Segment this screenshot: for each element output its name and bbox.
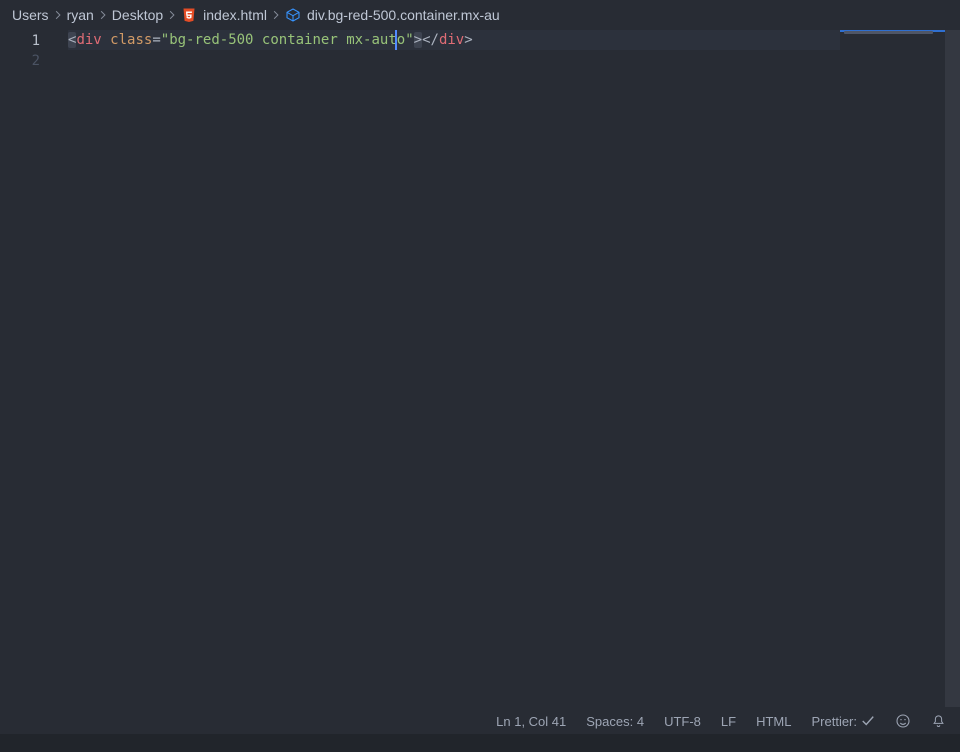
tok-tag: div: [76, 32, 101, 48]
tok-bracket: >: [464, 32, 472, 48]
symbol-field-icon: [285, 7, 301, 23]
tok-bracket: >: [414, 32, 422, 48]
html5-icon: [181, 7, 197, 23]
tok-tag: div: [439, 32, 464, 48]
line-number: 2: [0, 51, 60, 71]
status-encoding[interactable]: UTF-8: [664, 714, 701, 729]
tok-string: "bg-red-500 container mx-auto": [161, 32, 414, 48]
status-cursor-position[interactable]: Ln 1, Col 41: [496, 714, 566, 729]
chevron-right-icon: [167, 10, 177, 20]
scrollbar-thumb[interactable]: [945, 30, 960, 707]
editor[interactable]: 1 2 <div class="bg-red-500 container mx-…: [0, 30, 945, 708]
code-line[interactable]: <div class="bg-red-500 container mx-auto…: [68, 30, 945, 50]
breadcrumb-seg-desktop[interactable]: Desktop: [112, 7, 163, 23]
tok-space: [102, 32, 110, 48]
breadcrumb-seg-users[interactable]: Users: [12, 7, 49, 23]
code-line[interactable]: [68, 50, 945, 70]
vertical-scrollbar[interactable]: [945, 30, 960, 708]
chevron-right-icon: [53, 10, 63, 20]
feedback-smiley-icon[interactable]: [895, 713, 911, 729]
chevron-right-icon: [271, 10, 281, 20]
tok-eq: =: [152, 32, 160, 48]
status-prettier-label: Prettier:: [811, 714, 857, 729]
status-bar: Ln 1, Col 41 Spaces: 4 UTF-8 LF HTML Pre…: [0, 708, 960, 752]
check-icon: [861, 714, 875, 728]
tok-attr: class: [110, 32, 152, 48]
code-area[interactable]: <div class="bg-red-500 container mx-auto…: [60, 30, 945, 708]
minimap[interactable]: [840, 30, 945, 707]
tok-bracket: </: [422, 32, 439, 48]
status-prettier[interactable]: Prettier:: [811, 714, 875, 729]
minimap-line: [844, 31, 933, 34]
status-eol[interactable]: LF: [721, 714, 736, 729]
notifications-bell-icon[interactable]: [931, 714, 946, 729]
window-chrome-bottom: [0, 734, 960, 752]
breadcrumb-seg-file[interactable]: index.html: [203, 7, 267, 23]
line-number: 1: [0, 31, 60, 51]
chevron-right-icon: [98, 10, 108, 20]
breadcrumb: Users ryan Desktop index.html div.bg-red…: [0, 0, 960, 30]
text-cursor: [395, 30, 397, 50]
status-language[interactable]: HTML: [756, 714, 791, 729]
status-indentation[interactable]: Spaces: 4: [586, 714, 644, 729]
breadcrumb-seg-selector[interactable]: div.bg-red-500.container.mx-au: [307, 7, 500, 23]
line-number-gutter: 1 2: [0, 30, 60, 708]
breadcrumb-seg-ryan[interactable]: ryan: [67, 7, 94, 23]
